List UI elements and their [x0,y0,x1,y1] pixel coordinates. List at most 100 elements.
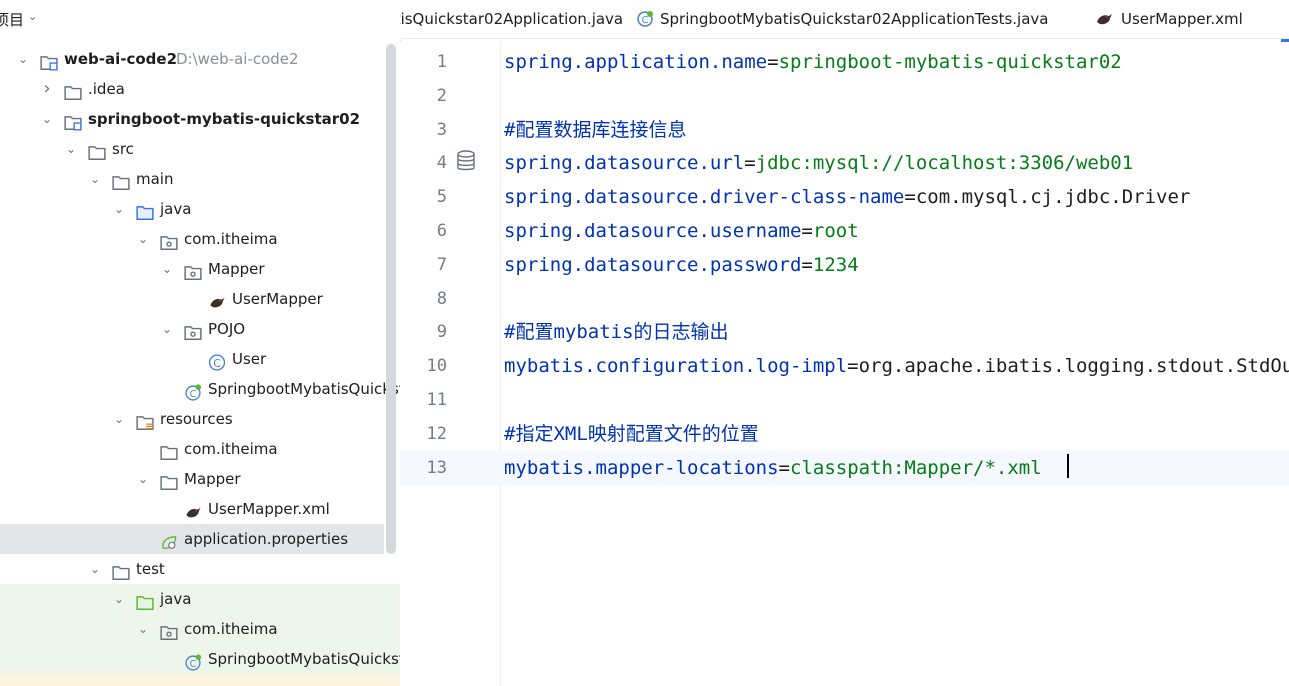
tab-label: UserMapper.xml [1121,10,1243,28]
chevron-down-icon[interactable]: ⌄ [88,164,102,194]
code-text: mybatis.mapper-locations=classpath:Mappe… [504,451,1042,485]
tree-item[interactable]: ⌄ main [0,164,400,194]
tree-item-label: test [136,560,165,578]
property-value: springboot-mybatis-quickstar02 [778,51,1122,73]
package-icon [184,321,202,340]
chevron-down-icon[interactable]: ⌄ [136,614,150,644]
line-number: 9 [436,322,447,343]
code-line[interactable]: 11 [400,383,1289,417]
svg-text:C: C [642,15,649,26]
tree-item[interactable]: ⌄ Mapper [0,254,400,284]
tree-item[interactable]: C SpringbootMybatisQuickstar02Application [0,374,400,404]
mybatis-bird-icon [184,501,201,518]
code-line[interactable]: 9 #配置mybatis的日志输出 [400,315,1289,349]
tree-item[interactable]: ⌄ resources [0,404,400,434]
tree-item-path: D:\web-ai-code2 [176,50,299,68]
code-line[interactable]: 7 spring.datasource.password=1234 [400,248,1289,282]
tree-item-label: UserMapper [232,290,323,308]
tree-item-label: application.properties [184,530,349,548]
property-value: 1234 [812,253,859,276]
tree-item[interactable]: UserMapper [0,284,400,314]
chevron-down-icon[interactable]: ⌄ [112,584,126,614]
code-line[interactable]: 10 mybatis.configuration.log-impl=org.apa… [400,349,1289,383]
property-key: spring.application.name [504,51,768,73]
text-caret [1067,454,1069,478]
code-text: #配置mybatis的日志输出 [504,315,729,349]
tree-item[interactable]: UserMapper.xml [0,494,400,524]
code-text: spring.datasource.url=jdbc:mysql://local… [504,146,1133,180]
chevron-down-icon[interactable]: ⌄ [28,10,37,23]
code-line[interactable]: 13 mybatis.mapper-locations=classpath:Map… [400,450,1289,485]
property-key: spring.datasource.url [504,152,745,175]
comment: #配置数据库连接信息 [504,118,687,141]
line-number: 4 [436,153,447,174]
code-text: spring.datasource.username=root [504,214,859,248]
tree-item[interactable]: ⌄ web-ai-code2 D:\web-ai-code2 [0,44,400,74]
tree-item[interactable]: ⌄ src [0,134,400,164]
folder-icon [160,441,178,460]
folder-icon [112,171,130,190]
tree-item[interactable]: ⌄ Mapper [0,464,400,494]
tree-item[interactable]: ⌄ POJO [0,314,400,344]
tab-usermapper-xml[interactable]: UserMapper.xml [1081,0,1289,38]
property-key: mybatis.mapper-locations [504,456,779,479]
line-number: 7 [436,254,447,275]
line-number: 5 [436,187,447,208]
tree-item[interactable]: › .idea [0,74,400,104]
line-number: 11 [426,390,447,410]
tree-item[interactable]: ⌄ com.itheima [0,224,400,254]
project-panel-title[interactable]: 项目 [0,9,24,30]
chevron-down-icon[interactable]: ⌄ [88,554,102,584]
spring-class-icon: C [637,11,653,27]
code-line[interactable]: 5 spring.datasource.driver-class-name=com… [400,180,1289,214]
chevron-down-icon[interactable]: ⌄ [160,254,174,284]
line-number: 6 [436,221,447,241]
tab-label: SpringbootMybatisQuickstar02Application.… [400,10,624,28]
chevron-down-icon[interactable]: ⌄ [136,464,150,494]
code-editor[interactable]: 1 spring.application.name=springboot-myba… [400,42,1289,686]
chevron-down-icon[interactable]: ⌄ [112,404,126,434]
chevron-down-icon[interactable]: ⌄ [64,134,78,164]
tree-item[interactable]: ⌄ com.itheima [0,614,400,644]
tree-item[interactable]: ⌄ java [0,584,400,614]
tree-item[interactable]: ⌄ test [0,554,400,584]
tree-item[interactable]: ⌄ springboot-mybatis-quickstar02 [0,104,400,134]
code-text: spring.datasource.password=1234 [504,248,859,282]
tree-item[interactable]: com.itheima [0,434,400,464]
code-line[interactable]: 1 spring.application.name=springboot-myba… [400,45,1289,79]
chevron-down-icon[interactable]: ⌄ [136,224,150,254]
property-value: root [812,220,859,242]
code-line[interactable]: 12 #指定XML映射配置文件的位置 [400,417,1289,451]
tree-item-partial[interactable] [0,674,400,686]
chevron-right-icon[interactable]: › [40,74,54,104]
comment: #配置mybatis的日志输出 [504,321,729,344]
line-number: 2 [436,85,447,106]
spring-class-icon: C [184,651,202,671]
mybatis-bird-icon [208,291,225,308]
code-line[interactable]: 4 spring.datasource.url=jdbc:mysql://loca… [400,146,1289,180]
code-line[interactable]: 6 spring.datasource.username=root [400,214,1289,248]
code-text: spring.datasource.driver-class-name=com.… [504,180,1190,214]
code-line[interactable]: 2 [400,79,1289,113]
comment: #指定XML映射配置文件的位置 [504,422,759,445]
chevron-down-icon[interactable]: ⌄ [16,44,30,74]
svg-text:C: C [213,357,220,370]
tab-application-java[interactable]: SpringbootMybatisQuickstar02Application.… [400,0,626,38]
chevron-down-icon[interactable]: ⌄ [160,314,174,344]
tree-item[interactable]: C SpringbootMybatisQuickstar02Application… [0,644,400,674]
module-folder-icon [40,51,58,71]
tab-application-tests-java[interactable]: C SpringbootMybatisQuickstar02Applicatio… [626,0,1081,38]
property-key: spring.datasource.username [504,220,802,242]
code-line[interactable]: 8 [400,282,1289,316]
project-panel-scrollbar[interactable] [386,44,396,554]
project-panel-header[interactable]: 项目 ⌄ [0,0,400,38]
tree-item[interactable]: ⌄ java [0,194,400,224]
tree-item[interactable]: C User [0,344,400,374]
database-icon[interactable] [456,150,476,172]
chevron-down-icon[interactable]: ⌄ [40,104,54,134]
code-line[interactable]: 3 #配置数据库连接信息 [400,113,1289,147]
chevron-down-icon[interactable]: ⌄ [112,194,126,224]
tree-item-label: java [160,200,192,218]
tree-item[interactable]: application.properties [0,524,384,554]
tab-label: SpringbootMybatisQuickstar02ApplicationT… [660,10,1049,28]
